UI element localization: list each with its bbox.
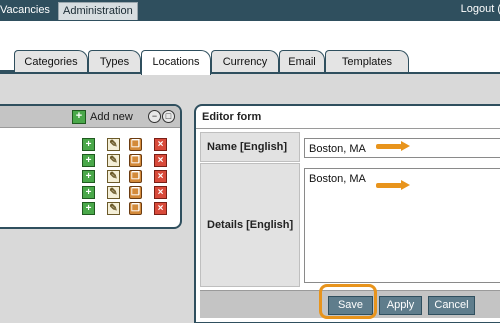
add-icon[interactable]: + [82, 170, 95, 183]
arrow-annotation-icon [376, 141, 410, 151]
editor-header-divider [196, 128, 500, 129]
list-panel-header: + Add new − □ [0, 106, 180, 128]
name-label: Name [English] [200, 132, 300, 162]
tab-administration[interactable]: Administration [58, 2, 138, 20]
header-spacer [0, 21, 500, 50]
add-icon[interactable]: + [82, 186, 95, 199]
expand-icon[interactable]: □ [162, 110, 175, 123]
delete-icon[interactable]: × [154, 138, 167, 151]
delete-icon[interactable]: × [154, 202, 167, 215]
tab-email[interactable]: Email [279, 50, 325, 74]
tab-templates[interactable]: Templates [325, 50, 409, 74]
locations-list-panel: + Add new − □ + ✎ ❐ × + ✎ ❐ × + ✎ ❐ × + … [0, 104, 182, 229]
edit-icon[interactable]: ✎ [107, 170, 120, 183]
copy-icon[interactable]: ❐ [129, 186, 142, 199]
arrow-annotation-icon [376, 180, 410, 190]
edit-icon[interactable]: ✎ [107, 186, 120, 199]
delete-icon[interactable]: × [154, 170, 167, 183]
top-navigation-bar: Vacancies Administration Logout (… [0, 0, 500, 21]
add-new-icon[interactable]: + [72, 110, 86, 124]
tab-categories[interactable]: Categories [14, 50, 88, 74]
delete-icon[interactable]: × [154, 154, 167, 167]
editor-form-title: Editor form [202, 111, 262, 123]
list-item: + ✎ ❐ × [82, 186, 172, 201]
details-label: Details [English] [200, 163, 300, 287]
copy-icon[interactable]: ❐ [129, 154, 142, 167]
list-item: + ✎ ❐ × [82, 170, 172, 185]
copy-icon[interactable]: ❐ [129, 138, 142, 151]
subtab-bar: Categories Types Locations Currency Emai… [0, 50, 500, 75]
list-item: + ✎ ❐ × [82, 138, 172, 153]
save-highlight-annotation [319, 284, 377, 319]
list-item: + ✎ ❐ × [82, 202, 172, 217]
cancel-button[interactable]: Cancel [428, 296, 475, 315]
tab-types[interactable]: Types [88, 50, 141, 74]
edit-icon[interactable]: ✎ [107, 154, 120, 167]
tab-locations[interactable]: Locations [141, 50, 211, 75]
add-new-button[interactable]: Add new [90, 111, 133, 123]
edit-icon[interactable]: ✎ [107, 202, 120, 215]
add-icon[interactable]: + [82, 202, 95, 215]
copy-icon[interactable]: ❐ [129, 202, 142, 215]
copy-icon[interactable]: ❐ [129, 170, 142, 183]
collapse-icon[interactable]: − [148, 110, 161, 123]
add-icon[interactable]: + [82, 138, 95, 151]
tab-vacancies[interactable]: Vacancies [0, 2, 54, 20]
add-icon[interactable]: + [82, 154, 95, 167]
content-background [0, 74, 500, 104]
list-item: + ✎ ❐ × [82, 154, 172, 169]
apply-button[interactable]: Apply [379, 296, 422, 315]
delete-icon[interactable]: × [154, 186, 167, 199]
logout-link[interactable]: Logout (… [461, 3, 500, 15]
edit-icon[interactable]: ✎ [107, 138, 120, 151]
tab-currency[interactable]: Currency [211, 50, 279, 74]
